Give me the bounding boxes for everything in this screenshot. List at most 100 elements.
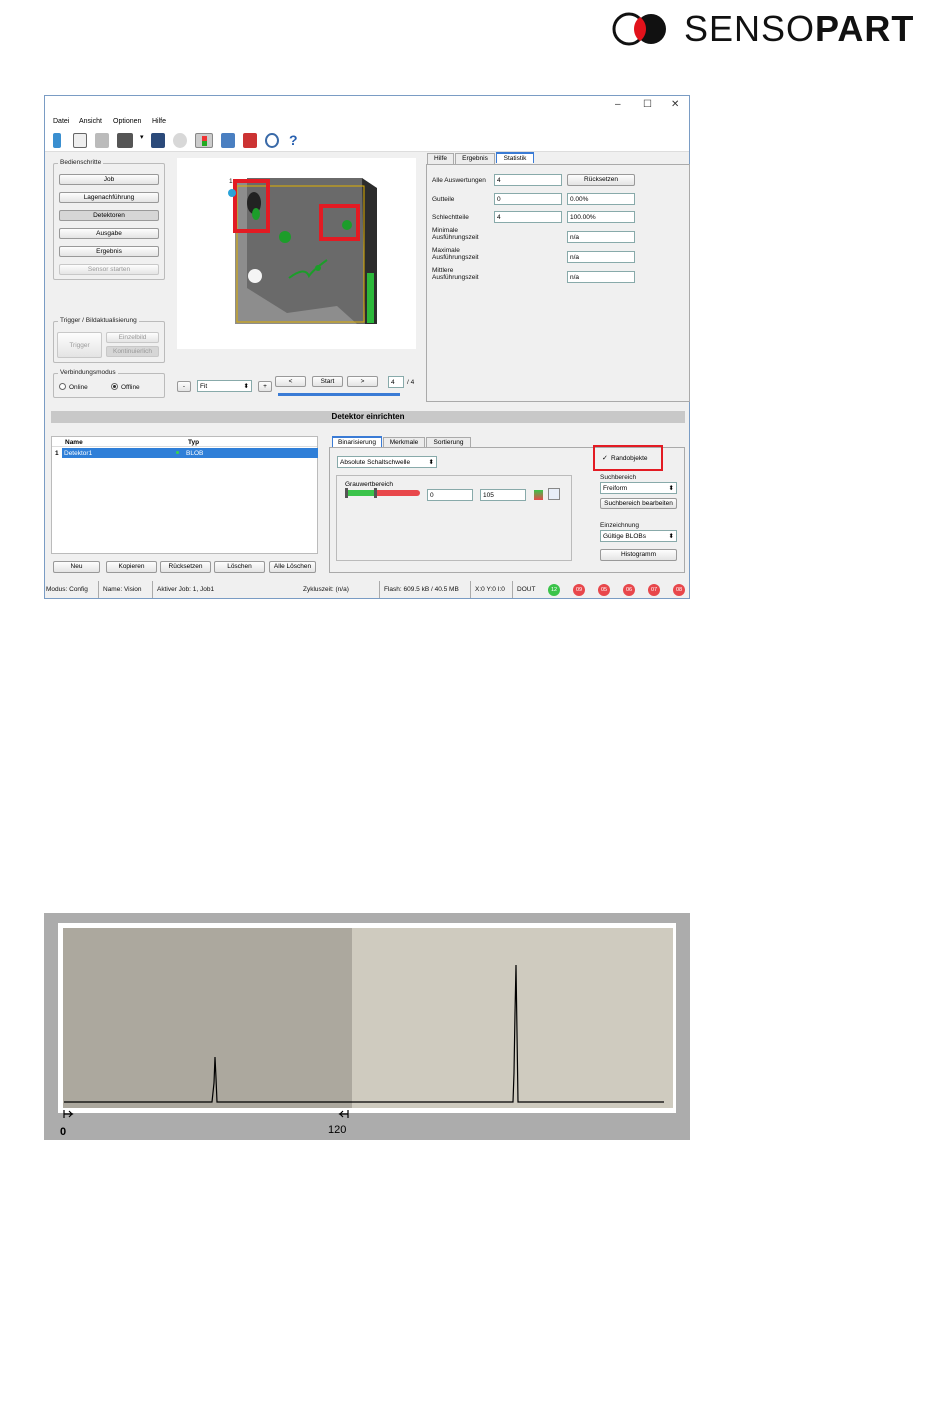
zoom-in-button[interactable]: +: [258, 381, 272, 392]
ruecksetzen-button[interactable]: Rücksetzen: [160, 561, 211, 573]
help-icon[interactable]: ?: [289, 133, 303, 148]
job-button[interactable]: Job: [59, 174, 159, 185]
reset-statistik-button[interactable]: Rücksetzen: [567, 174, 635, 186]
led-08: 08: [673, 584, 685, 596]
min-value: n/a: [567, 231, 635, 243]
gutteile-label: Gutteile: [432, 196, 455, 203]
offline-radio[interactable]: [111, 383, 118, 390]
check-icon[interactable]: ✓: [602, 454, 608, 462]
menu-ansicht[interactable]: Ansicht: [79, 118, 102, 125]
table-row[interactable]: 1 Detektor1 BLOB: [52, 448, 318, 458]
lagenachfuehrung-button[interactable]: Lagenachführung: [59, 192, 159, 203]
camera-icon[interactable]: [173, 133, 187, 148]
grauwert-high-input[interactable]: 105: [480, 489, 526, 501]
zoom-select[interactable]: Fit ⬍: [197, 380, 252, 392]
mid-label-2: Ausführungszeit: [432, 274, 479, 281]
detector-icon[interactable]: [195, 133, 213, 148]
status-coords: X:0 Y:0 I:0: [475, 586, 505, 593]
next-frame-button[interactable]: >: [347, 376, 378, 387]
alle-value: 4: [494, 174, 562, 186]
trigger-button[interactable]: Trigger: [57, 332, 102, 358]
bedienschritte-title: Bedienschritte: [58, 159, 104, 166]
row-selection: Detektor1 BLOB: [62, 448, 318, 458]
toolbar: ▾ ?: [45, 128, 689, 152]
einzeichnung-select[interactable]: Gültige BLOBs ⬍: [600, 530, 677, 542]
image-view[interactable]: 1: [177, 158, 416, 349]
frame-progress-bar[interactable]: [278, 393, 400, 396]
film-icon[interactable]: [151, 133, 165, 148]
frame-input[interactable]: 4: [388, 376, 404, 388]
online-radio[interactable]: [59, 383, 66, 390]
led-12: 12: [548, 584, 560, 596]
zoom-out-button[interactable]: -: [177, 381, 191, 392]
prev-frame-button[interactable]: <: [275, 376, 306, 387]
status-flash: Flash: 609.5 kB / 40.5 MB: [384, 586, 459, 593]
dropdown-arrow-icon[interactable]: ▾: [140, 133, 146, 148]
tab-statistik[interactable]: Statistik: [496, 152, 534, 163]
search-icon[interactable]: [265, 133, 279, 148]
grauwert-low-input[interactable]: 0: [427, 489, 473, 501]
zoom-value: Fit: [200, 383, 208, 390]
min-label-1: Minimale: [432, 227, 459, 234]
start-button[interactable]: Start: [312, 376, 343, 387]
image-marker-label: 1: [229, 178, 233, 185]
menu-hilfe[interactable]: Hilfe: [152, 118, 166, 125]
alle-loeschen-button[interactable]: Alle Löschen: [269, 561, 316, 573]
einzelbild-button[interactable]: Einzelbild: [106, 332, 159, 343]
slider-handle-high[interactable]: [374, 488, 377, 498]
tab-ergebnis[interactable]: Ergebnis: [455, 153, 495, 164]
color-picker-icon[interactable]: [534, 490, 543, 500]
separator: [98, 581, 99, 598]
new-file-icon[interactable]: [53, 133, 61, 148]
minimize-button[interactable]: –: [615, 99, 621, 110]
mid-label-1: Mittlere: [432, 267, 454, 274]
sensor-icon[interactable]: [117, 133, 133, 148]
sensor-starten-button[interactable]: Sensor starten: [59, 264, 159, 275]
separator: [470, 581, 471, 598]
threshold-mode-select[interactable]: Absolute Schaltschwelle ⬍: [337, 456, 437, 468]
tab-hilfe[interactable]: Hilfe: [427, 153, 454, 164]
loeschen-button[interactable]: Löschen: [214, 561, 265, 573]
save-icon[interactable]: [95, 133, 109, 148]
grauwert-label: Grauwertbereich: [345, 481, 394, 488]
online-label: Online: [69, 384, 88, 391]
neu-button[interactable]: Neu: [53, 561, 100, 573]
led-09: 09: [573, 584, 585, 596]
ergebnis-button[interactable]: Ergebnis: [59, 246, 159, 257]
trigger-group: Trigger / Bildaktualisierung Trigger Ein…: [53, 317, 165, 363]
tab-binarisierung[interactable]: Binarisierung: [332, 436, 382, 447]
open-folder-icon[interactable]: [73, 133, 87, 148]
detektoren-button[interactable]: Detektoren: [59, 210, 159, 221]
menu-datei[interactable]: Datei: [53, 118, 69, 125]
histogramm-button[interactable]: Histogramm: [600, 549, 677, 561]
slider-handle-low[interactable]: [345, 488, 348, 498]
grauwert-slider[interactable]: [345, 488, 420, 498]
title-bar: – ☐ ✕: [45, 96, 689, 116]
close-button[interactable]: ✕: [671, 99, 679, 110]
menu-optionen[interactable]: Optionen: [113, 118, 141, 125]
kontinuierlich-button[interactable]: Kontinuierlich: [106, 346, 159, 357]
pipette-icon[interactable]: [548, 488, 560, 500]
min-label-2: Ausführungszeit: [432, 234, 479, 241]
book-icon[interactable]: [243, 133, 257, 148]
maximize-button[interactable]: ☐: [643, 99, 652, 110]
max-label-1: Maximale: [432, 247, 460, 254]
histogram-plot: [58, 923, 676, 1118]
suchbereich-value: Freiform: [603, 485, 628, 492]
detector-table: Name Typ 1 Detektor1 BLOB: [51, 436, 318, 554]
spin-icon: ⬍: [668, 533, 674, 540]
suchbereich-bearbeiten-button[interactable]: Suchbereich bearbeiten: [600, 498, 677, 509]
binarisierung-panel: Absolute Schaltschwelle ⬍ Grauwertbereich…: [329, 445, 685, 573]
offline-label: Offline: [121, 384, 140, 391]
spin-icon: ⬍: [428, 459, 434, 466]
suchbereich-select[interactable]: Freiform ⬍: [600, 482, 677, 494]
suchbereich-label: Suchbereich: [600, 474, 637, 481]
gutteile-value: 0: [494, 193, 562, 205]
kopieren-button[interactable]: Kopieren: [106, 561, 157, 573]
max-value: n/a: [567, 251, 635, 263]
layout-icon[interactable]: [221, 133, 235, 148]
col-typ: Typ: [188, 439, 200, 446]
menu-bar: Datei Ansicht Optionen Hilfe: [45, 116, 689, 128]
ausgabe-button[interactable]: Ausgabe: [59, 228, 159, 239]
logo-mark-icon: [612, 12, 666, 46]
